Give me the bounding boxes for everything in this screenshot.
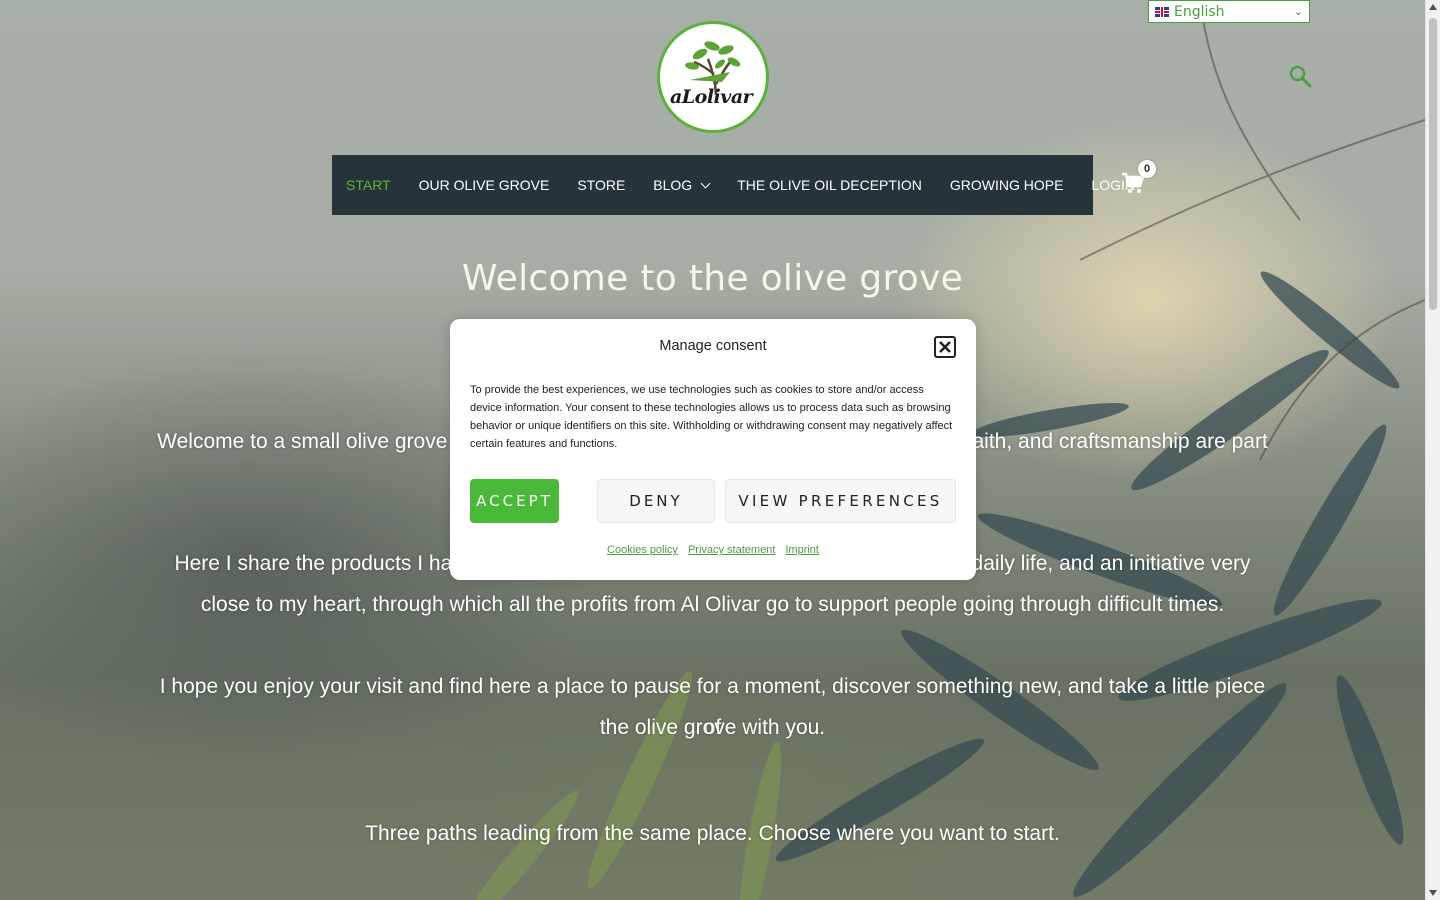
chevron-down-icon: ⌄ bbox=[1293, 5, 1303, 18]
language-select[interactable]: English ⌄ bbox=[1148, 0, 1310, 23]
site-logo[interactable]: aLolivar bbox=[657, 21, 769, 133]
scroll-up-icon[interactable] bbox=[1429, 4, 1437, 10]
nav-item-start[interactable]: START bbox=[346, 177, 391, 193]
consent-dialog: Manage consent To provide the best exper… bbox=[450, 319, 976, 580]
cart-count-badge: 0 bbox=[1138, 160, 1156, 178]
chevron-down-icon bbox=[700, 178, 711, 188]
close-icon[interactable] bbox=[934, 336, 956, 358]
nav-item-store[interactable]: STORE bbox=[577, 177, 625, 193]
nav-item-our-olive-grove[interactable]: OUR OLIVE GROVE bbox=[419, 177, 550, 193]
nav-item-olive-oil-deception[interactable]: THE OLIVE OIL DECEPTION bbox=[737, 177, 922, 193]
privacy-statement-link[interactable]: Privacy statement bbox=[688, 544, 775, 556]
cookies-policy-link[interactable]: Cookies policy bbox=[607, 544, 678, 556]
page-title: Welcome to the olive grove bbox=[461, 258, 964, 299]
scroll-down-icon[interactable] bbox=[1429, 890, 1437, 896]
uk-flag-icon bbox=[1155, 6, 1169, 17]
main-navigation: START OUR OLIVE GROVE STORE BLOG THE OLI… bbox=[332, 155, 1135, 215]
logo-text: aLolivar bbox=[670, 86, 753, 108]
accept-button[interactable]: ACCEPT bbox=[470, 479, 559, 523]
nav-item-blog-label: BLOG bbox=[653, 177, 693, 193]
language-select-value: English bbox=[1174, 3, 1225, 20]
nav-item-blog[interactable]: BLOG bbox=[653, 177, 711, 193]
olive-tree-icon bbox=[685, 41, 741, 95]
vertical-scrollbar[interactable] bbox=[1425, 0, 1440, 900]
consent-title: Manage consent bbox=[659, 338, 767, 354]
consent-description: To provide the best experiences, we use … bbox=[470, 384, 953, 450]
scrollbar-thumb[interactable] bbox=[1429, 18, 1437, 310]
visit-paragraph-line2: the olive grove with you. bbox=[599, 716, 826, 739]
deny-button[interactable]: DENY bbox=[597, 479, 715, 523]
search-icon[interactable] bbox=[1288, 64, 1312, 88]
nav-item-growing-hope[interactable]: GROWING HOPE bbox=[950, 177, 1064, 193]
products-paragraph-line2: close to my heart, through which all the… bbox=[200, 593, 1225, 616]
consent-links: Cookies policy Privacy statement Imprint bbox=[450, 544, 976, 556]
imprint-link[interactable]: Imprint bbox=[785, 544, 819, 556]
paths-paragraph: Three paths leading from the same place.… bbox=[365, 822, 1060, 845]
view-preferences-button[interactable]: VIEW PREFERENCES bbox=[725, 479, 956, 523]
